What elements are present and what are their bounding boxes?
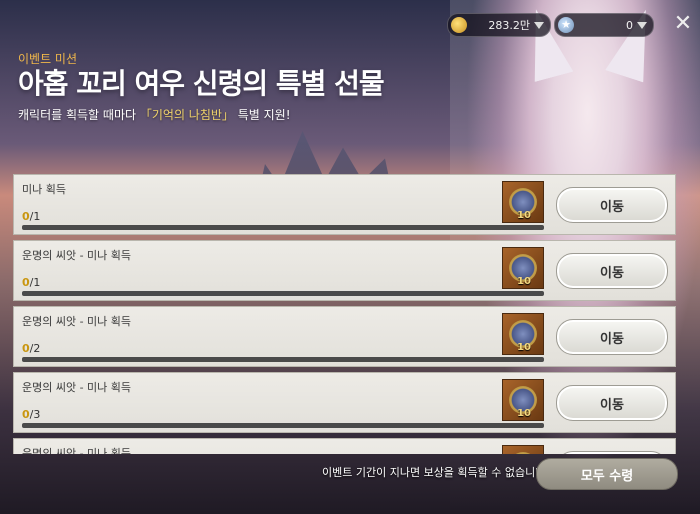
close-icon[interactable]: ✕ [672,13,694,35]
progress-bar [22,291,544,296]
gem-currency[interactable]: ★ 0 [554,13,654,37]
mission-name: 운명의 씨앗 - 미나 획득 [22,447,132,454]
mission-row: 미나 획득 0/1 10 이동 [13,174,676,235]
mission-count: 0/2 [22,342,41,355]
gold-amount: 283.2만 [488,19,530,32]
mission-name: 운명의 씨앗 - 미나 획득 [22,249,132,262]
mission-row: 운명의 씨앗 - 미나 획득 0/2 10 이동 [13,306,676,367]
gold-currency[interactable]: 283.2만 [447,13,551,37]
progress-bar [22,357,544,362]
dropdown-arrow-icon[interactable] [637,21,647,29]
dropdown-arrow-icon[interactable] [534,21,544,29]
mission-row: 운명의 씨앗 - 미나 획득 0/3 10 이동 [13,372,676,433]
reward-item[interactable]: 10 [502,445,544,454]
mission-row: 운명의 씨앗 - 미나 획득 0/1 10 이동 [13,240,676,301]
progress-bar [22,225,544,230]
compass-icon [509,452,537,454]
mission-name: 미나 획득 [22,183,66,196]
move-button[interactable]: 이동 [556,187,668,223]
reward-item[interactable]: 10 [502,379,544,421]
mission-name: 운명의 씨앗 - 미나 획득 [22,315,132,328]
reward-item[interactable]: 10 [502,313,544,355]
move-button[interactable]: 이동 [556,451,668,454]
reward-count: 10 [517,276,531,287]
progress-bar [22,423,544,428]
reward-count: 10 [517,408,531,419]
mission-list[interactable]: 미나 획득 0/1 10 이동 운명의 씨앗 - 미나 획득 0/1 10 이동… [13,174,676,454]
move-button[interactable]: 이동 [556,253,668,289]
expiry-notice: 이벤트 기간이 지나면 보상을 획득할 수 없습니다. [322,466,549,479]
desc-highlight: 「기억의 나침반」 [139,108,234,122]
page-title: 아홉 꼬리 여우 신령의 특별 선물 [18,67,385,100]
mission-name: 운명의 씨앗 - 미나 획득 [22,381,132,394]
mission-count: 0/3 [22,408,41,421]
claim-all-button[interactable]: 모두 수령 [536,458,678,490]
move-button[interactable]: 이동 [556,385,668,421]
mission-count: 0/1 [22,276,41,289]
star-gem-icon: ★ [558,17,574,33]
event-description: 캐릭터를 획득할 때마다 「기억의 나침반」 특별 지원! [18,106,291,123]
mission-count: 0/1 [22,210,41,223]
gold-coin-icon [451,17,467,33]
reward-count: 10 [517,210,531,221]
desc-suffix: 특별 지원! [233,108,291,122]
gem-amount: 0 [626,18,633,32]
reward-item[interactable]: 10 [502,181,544,223]
reward-item[interactable]: 10 [502,247,544,289]
desc-prefix: 캐릭터를 획득할 때마다 [18,108,140,122]
mission-row: 운명의 씨앗 - 미나 획득 0/4 10 이동 [13,438,676,454]
move-button[interactable]: 이동 [556,319,668,355]
reward-count: 10 [517,342,531,353]
